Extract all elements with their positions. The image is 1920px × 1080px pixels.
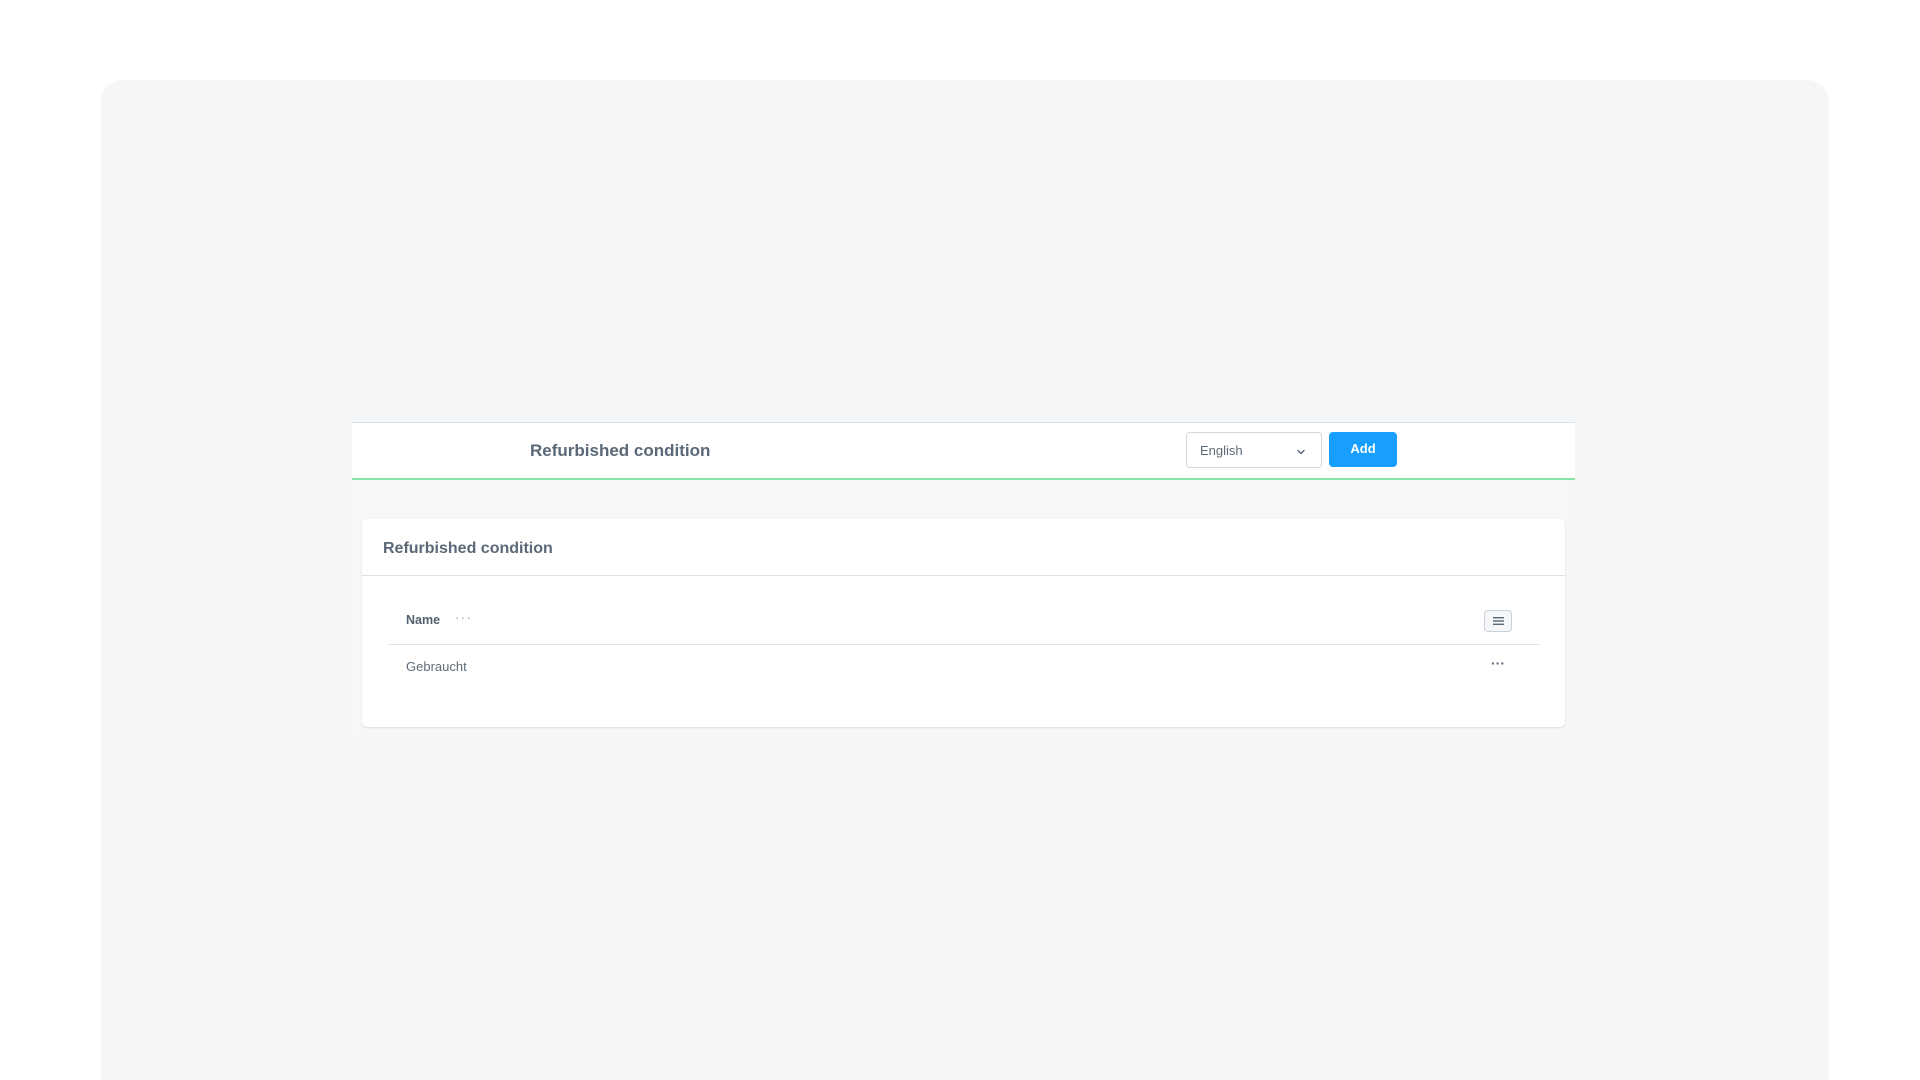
add-button[interactable]: Add: [1329, 432, 1397, 467]
card-title: Refurbished condition: [383, 540, 553, 557]
language-select-value: English: [1200, 443, 1243, 458]
row-actions-button[interactable]: ···: [1491, 655, 1505, 671]
column-menu-icon[interactable]: ···: [455, 609, 472, 625]
list-settings-icon: [1493, 617, 1504, 625]
grid-header: Name ···: [389, 599, 1539, 645]
card-header: Refurbished condition: [362, 519, 1565, 576]
table-row[interactable]: Gebraucht ···: [389, 645, 1539, 691]
language-select[interactable]: English: [1186, 432, 1322, 468]
cell-name: Gebraucht: [406, 659, 467, 674]
chevron-down-icon: [1295, 445, 1307, 457]
column-header-name[interactable]: Name: [406, 613, 440, 627]
grid-settings-button[interactable]: [1484, 610, 1512, 632]
data-grid: Name ··· Gebraucht ···: [389, 599, 1539, 691]
entity-card: Refurbished condition Name ··· Gebraucht…: [362, 519, 1565, 727]
page-title: Refurbished condition: [530, 441, 711, 460]
smart-bar: Refurbished condition English Add: [352, 422, 1575, 480]
listing-module: Refurbished condition English Add Refurb…: [352, 422, 1575, 742]
